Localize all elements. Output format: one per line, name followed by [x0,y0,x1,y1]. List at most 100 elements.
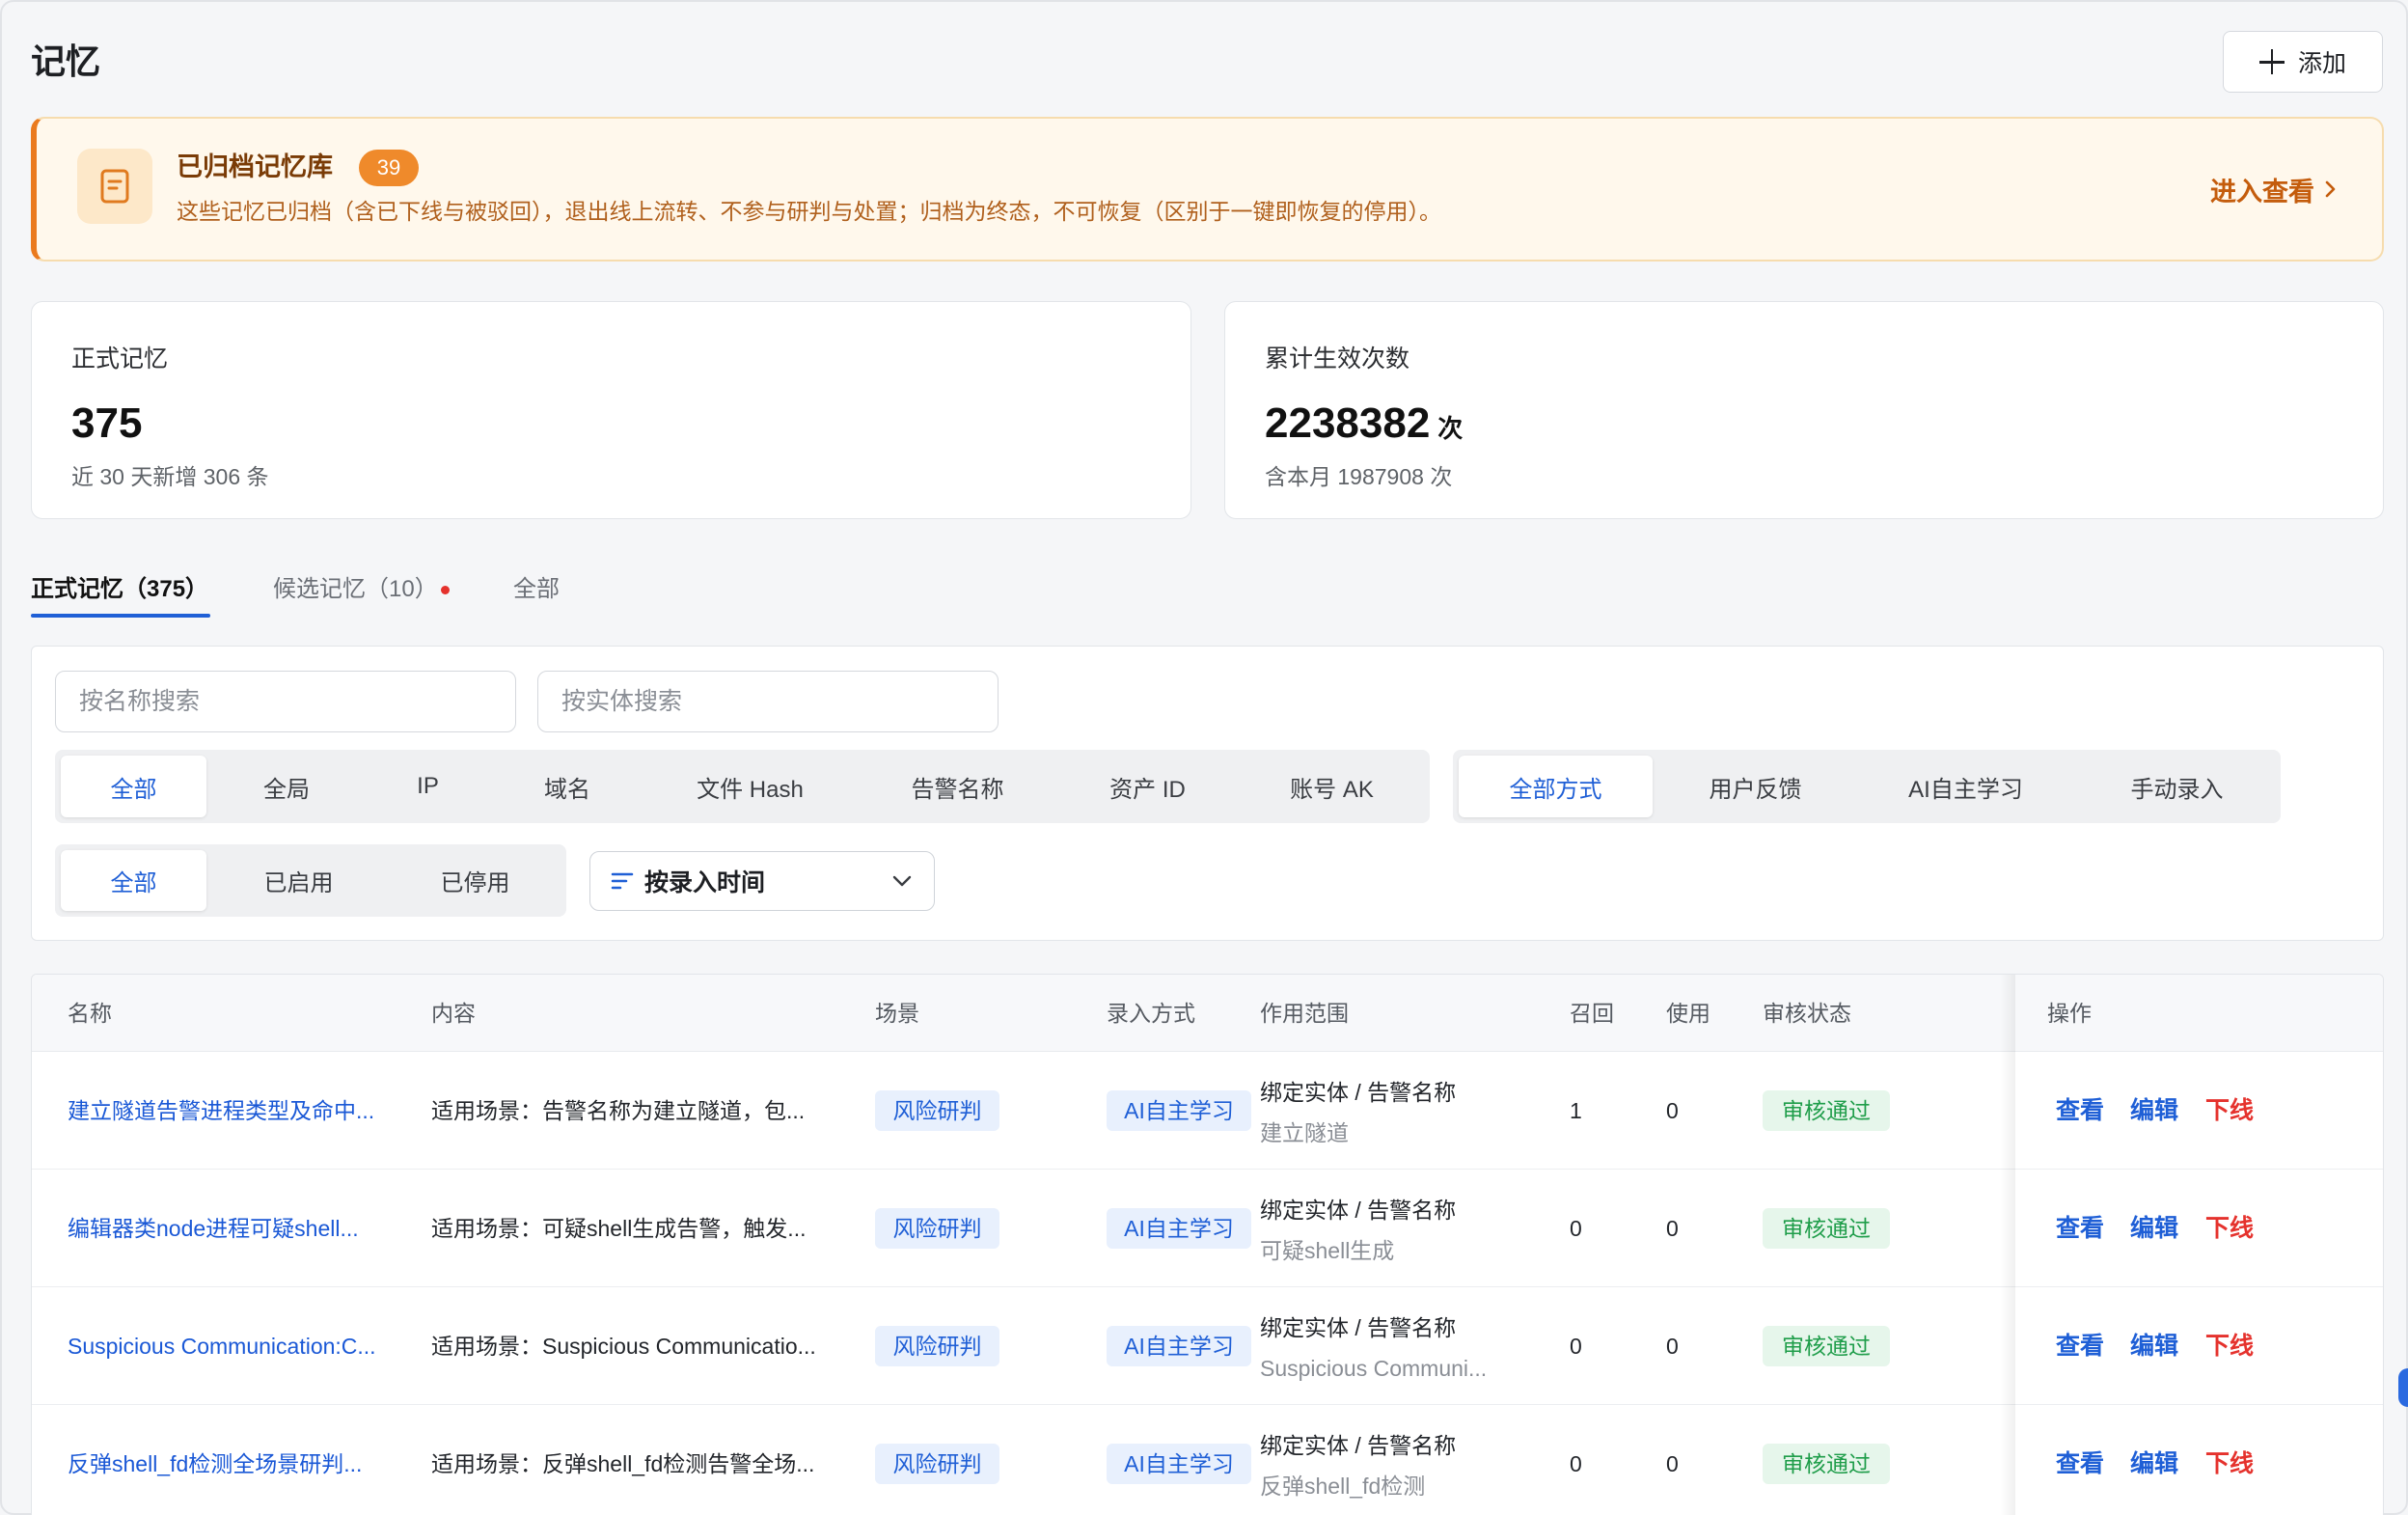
entity-type-all[interactable]: 全部 [61,756,206,817]
stat-card-effective-count: 累计生效次数 2238382 次 含本月 1987908 次 [1224,301,2384,519]
plus-icon [2258,49,2285,74]
review-status-badge: 审核通过 [1763,1208,1890,1249]
review-status-badge: 审核通过 [1763,1326,1890,1366]
scene-tag: 风险研判 [875,1090,999,1131]
memory-content: 适用场景：告警名称为建立隧道，包... [431,1098,806,1123]
memory-name-link[interactable]: 建立隧道告警进程类型及命中... [68,1093,374,1128]
method-filter: 全部方式 用户反馈 AI自主学习 手动录入 [1453,750,2281,823]
stat-value: 375 [71,399,143,447]
archive-title: 已归档记忆库 [177,152,333,181]
stat-unit: 次 [1437,414,1464,443]
memory-table: 名称 内容 场景 录入方式 作用范围 召回 使用 审核状态 操作 建立隧道告警进… [31,974,2384,1515]
scene-tag: 风险研判 [875,1208,999,1249]
entity-type-asset-id[interactable]: 资产 ID [1060,756,1235,817]
edit-button[interactable]: 编辑 [2130,1093,2178,1128]
column-header-recall: 召回 [1570,1001,1614,1026]
memory-name-link[interactable]: Suspicious Communication:C... [68,1329,376,1364]
entity-type-filter: 全部 全局 IP 域名 文件 Hash 告警名称 资产 ID 账号 AK [55,750,1430,823]
document-icon [77,149,152,224]
stat-subtext: 近 30 天新增 306 条 [71,464,269,489]
view-button[interactable]: 查看 [2056,1329,2104,1364]
tab-formal[interactable]: 正式记忆（375） [31,572,208,607]
offline-button[interactable]: 下线 [2205,1211,2254,1246]
method-user-feedback[interactable]: 用户反馈 [1653,756,1858,817]
entity-type-domain[interactable]: 域名 [489,756,645,817]
usage-count: 0 [1666,1451,1679,1476]
view-button[interactable]: 查看 [2056,1446,2104,1481]
view-button[interactable]: 查看 [2056,1211,2104,1246]
edit-button[interactable]: 编辑 [2130,1211,2178,1246]
usage-count: 0 [1666,1098,1679,1123]
stat-value: 2238382 [1265,399,1431,447]
scope-value: 建立隧道 [1260,1120,1349,1145]
column-header-actions: 操作 [2047,1001,2092,1026]
add-button[interactable]: 添加 [2223,31,2383,93]
scope-type: 绑定实体 / 告警名称 [1260,1433,1457,1458]
entity-type-file-hash[interactable]: 文件 Hash [645,756,855,817]
archive-count-badge: 39 [359,150,419,186]
entity-type-global[interactable]: 全局 [206,756,367,817]
tab-all[interactable]: 全部 [513,572,560,607]
entity-type-ip[interactable]: IP [367,756,489,817]
archive-enter-link[interactable]: 进入查看 [2210,171,2340,207]
sort-label: 按录入时间 [644,869,766,896]
method-tag: AI自主学习 [1107,1208,1251,1249]
review-status-badge: 审核通过 [1763,1090,1890,1131]
stat-value-group: 2238382 次 [1265,397,1463,451]
chevron-down-icon [892,875,912,887]
view-button[interactable]: 查看 [2056,1093,2104,1128]
entity-type-alert-name[interactable]: 告警名称 [855,756,1060,817]
edit-button[interactable]: 编辑 [2130,1446,2178,1481]
unread-dot [441,586,450,594]
memory-name-link[interactable]: 编辑器类node进程可疑shell... [68,1211,359,1246]
archive-enter-label: 进入查看 [2210,177,2314,207]
stat-value-group: 375 [71,397,142,451]
entity-search-input[interactable] [537,671,999,732]
table-header: 名称 内容 场景 录入方式 作用范围 召回 使用 审核状态 操作 [32,975,2383,1052]
stat-card-formal: 正式记忆 375 近 30 天新增 306 条 [31,301,1191,519]
status-filter: 全部 已启用 已停用 [55,844,566,917]
column-header-name: 名称 [68,1001,112,1026]
actions-column-shadow [2000,975,2015,1515]
filter-panel: 全部 全局 IP 域名 文件 Hash 告警名称 资产 ID 账号 AK 全部方… [31,646,2384,941]
status-enabled[interactable]: 已启用 [206,850,391,911]
memory-content: 适用场景：反弹shell_fd检测告警全场... [431,1451,815,1476]
column-header-review: 审核状态 [1763,1001,1851,1026]
chevron-right-icon [2325,180,2336,198]
floating-assistant-button[interactable] [2398,1368,2408,1407]
scope-type: 绑定实体 / 告警名称 [1260,1080,1457,1105]
column-header-usage: 使用 [1666,1001,1710,1026]
sort-dropdown[interactable]: 按录入时间 [589,851,935,911]
table-row: Suspicious Communication:C... 适用场景：Suspi… [32,1287,2383,1405]
memory-content: 适用场景：Suspicious Communicatio... [431,1334,816,1359]
name-search-input[interactable] [55,671,516,732]
tab-candidate[interactable]: 候选记忆（10） [273,572,438,607]
stat-label: 正式记忆 [71,345,169,372]
scope-value: 可疑shell生成 [1260,1238,1395,1263]
add-button-label: 添加 [2297,50,2346,77]
recall-count: 0 [1570,1451,1582,1476]
method-manual[interactable]: 手动录入 [2073,756,2281,817]
method-tag: AI自主学习 [1107,1326,1251,1366]
recall-count: 0 [1570,1216,1582,1241]
memory-content: 适用场景：可疑shell生成告警，触发... [431,1216,807,1241]
archive-description: 这些记忆已归档（含已下线与被驳回），退出线上流转、不参与研判与处置；归档为终态，… [177,199,1441,224]
column-header-scene: 场景 [875,1001,919,1026]
offline-button[interactable]: 下线 [2205,1093,2254,1128]
status-disabled[interactable]: 已停用 [391,850,560,911]
memory-name-link[interactable]: 反弹shell_fd检测全场景研判... [68,1446,362,1481]
edit-button[interactable]: 编辑 [2130,1329,2178,1364]
page-title: 记忆 [31,41,101,81]
status-all[interactable]: 全部 [61,850,206,911]
entity-type-account-ak[interactable]: 账号 AK [1235,756,1429,817]
method-all[interactable]: 全部方式 [1459,756,1653,817]
offline-button[interactable]: 下线 [2205,1446,2254,1481]
recall-count: 1 [1570,1098,1582,1123]
column-header-content: 内容 [431,1001,476,1026]
method-tag: AI自主学习 [1107,1444,1251,1484]
offline-button[interactable]: 下线 [2205,1329,2254,1364]
method-ai-learning[interactable]: AI自主学习 [1858,756,2073,817]
usage-count: 0 [1666,1216,1679,1241]
scope-value: 反弹shell_fd检测 [1260,1474,1426,1499]
scope-type: 绑定实体 / 告警名称 [1260,1198,1457,1223]
